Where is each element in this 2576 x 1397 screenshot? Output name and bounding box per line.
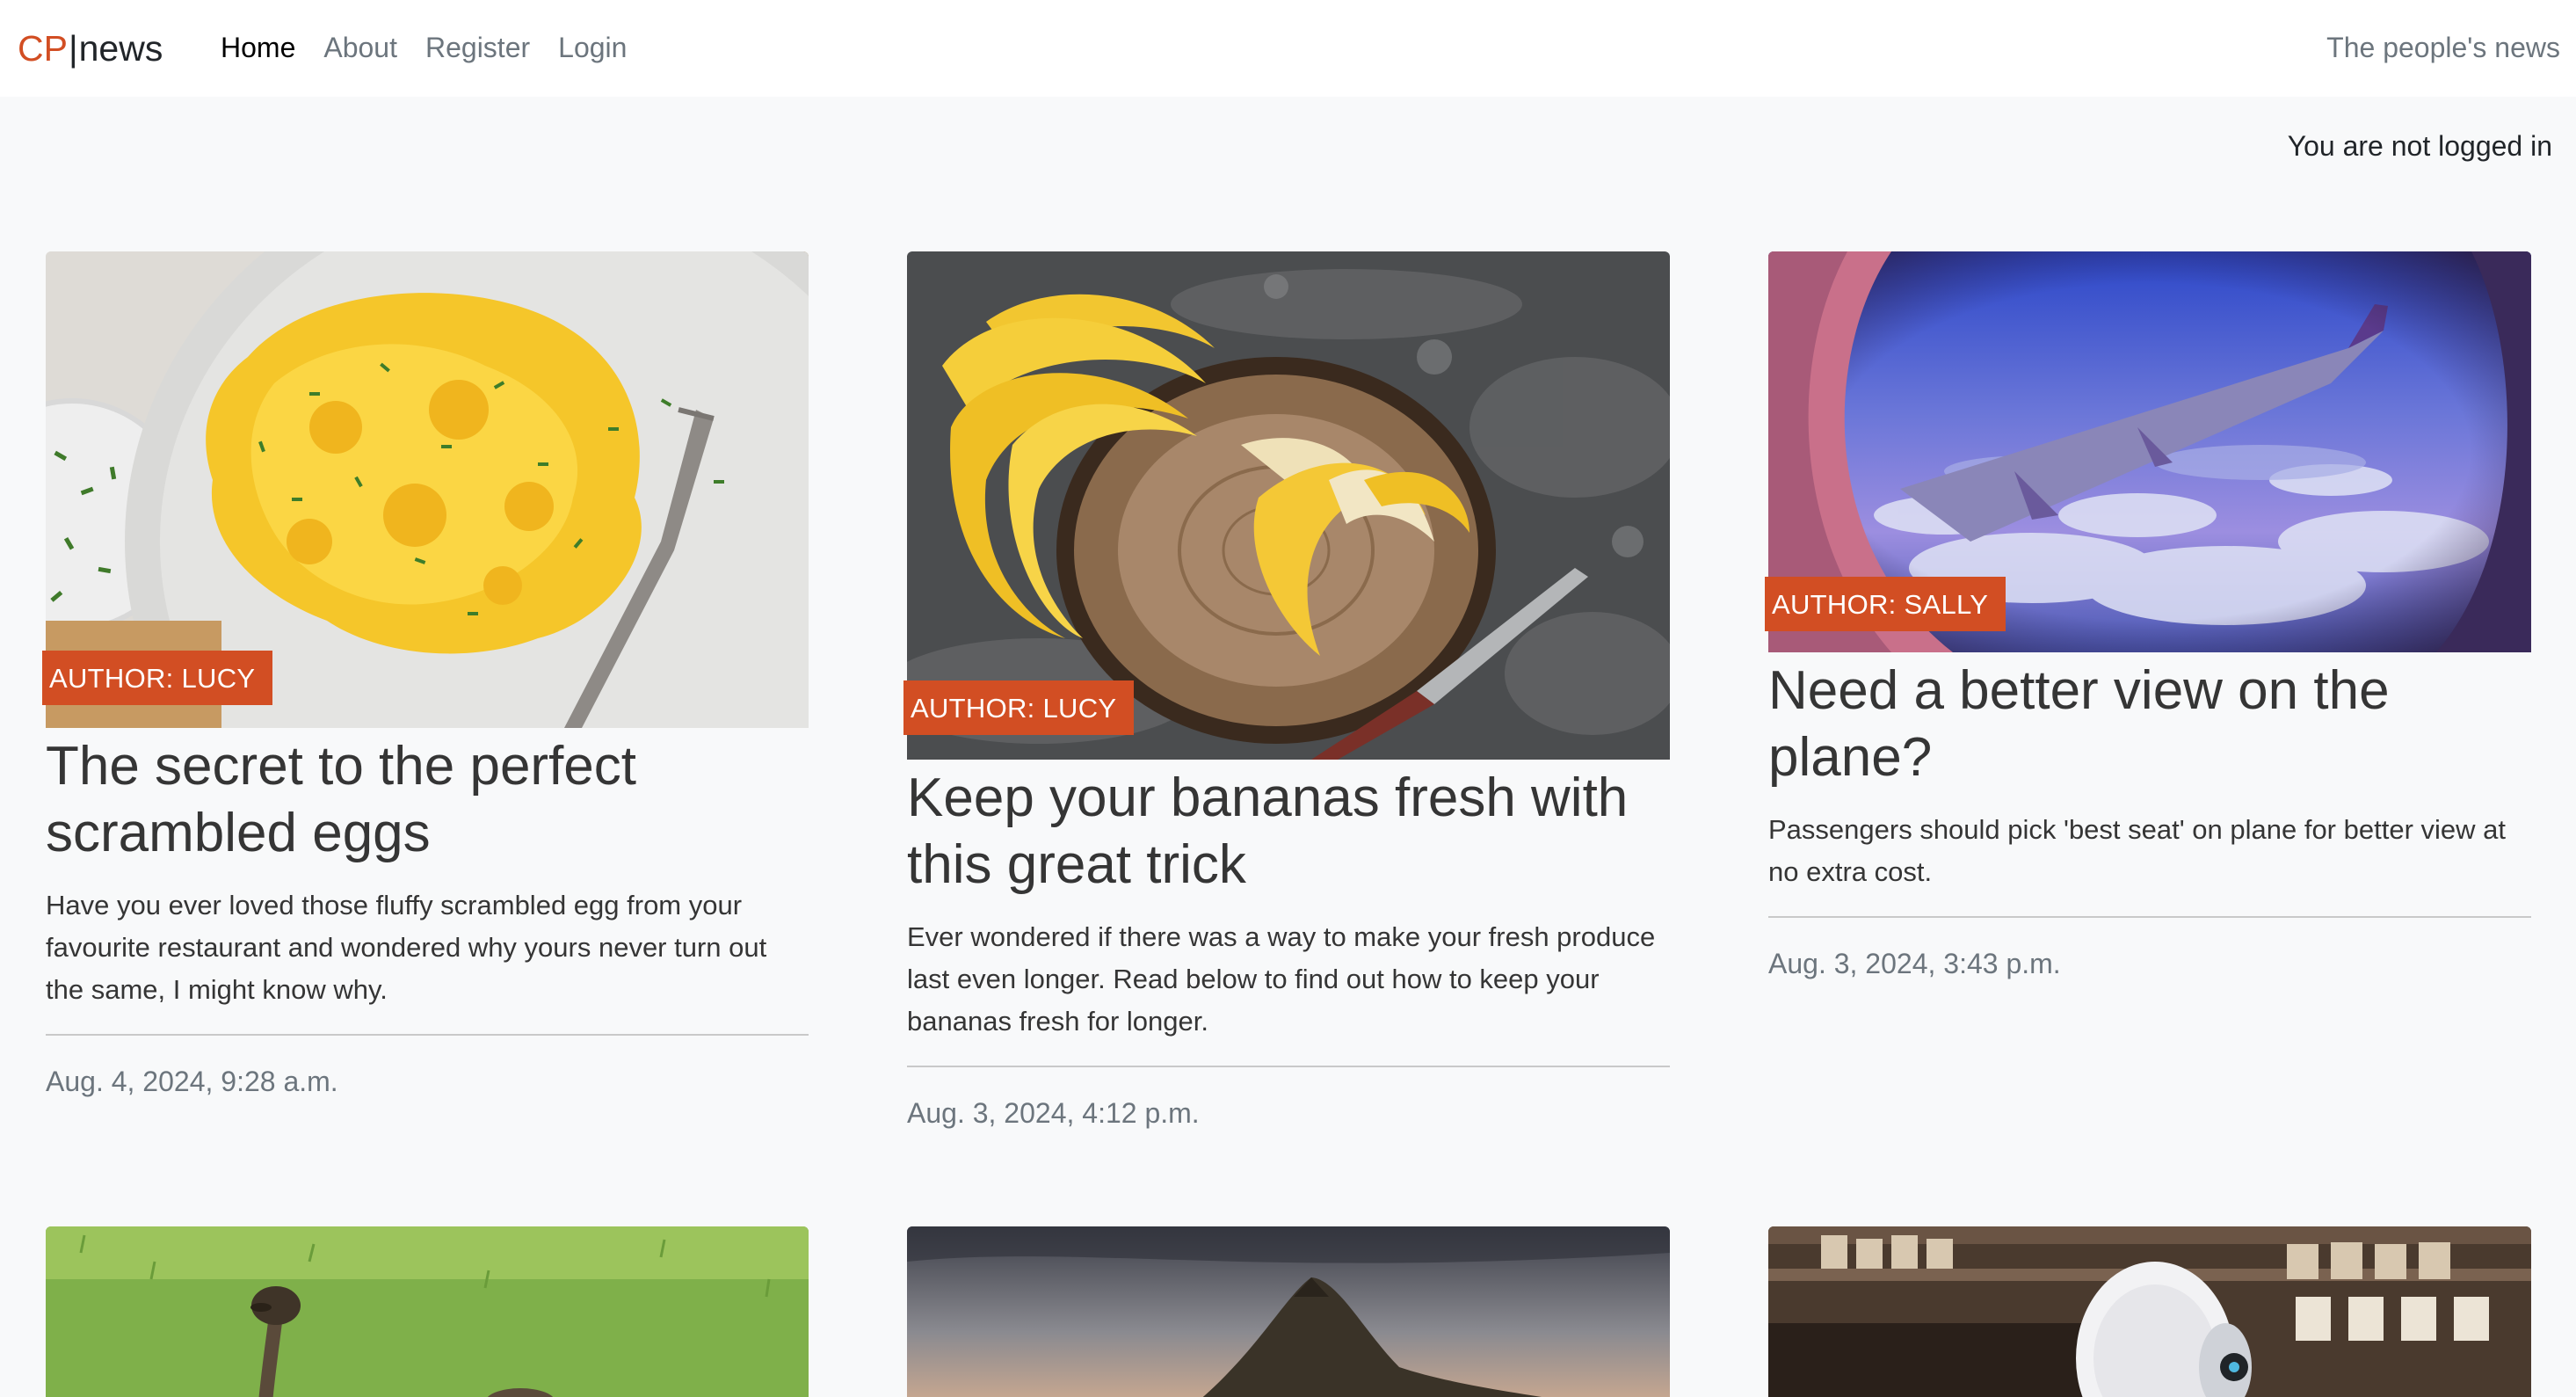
article-image-wrap: AUTHOR: LUCY: [42, 251, 809, 728]
card-divider: [46, 1034, 809, 1036]
nav-link-home[interactable]: Home: [221, 28, 295, 67]
article-date: Aug. 3, 2024, 3:43 p.m.: [1768, 948, 2061, 979]
article-date: Aug. 4, 2024, 9:28 a.m.: [46, 1066, 338, 1097]
nav-link-login[interactable]: Login: [558, 28, 627, 67]
brand-logo[interactable]: CP|news: [18, 26, 163, 70]
article-card[interactable]: [46, 1226, 809, 1397]
nav-links: Home About Register Login: [221, 28, 627, 67]
article-card[interactable]: AUTHOR: LUCY Keep your bananas fresh wit…: [903, 251, 1670, 1132]
article-summary: Ever wondered if there was a way to make…: [907, 921, 1656, 1037]
article-image-wrap: AUTHOR: SALLY: [1765, 251, 2531, 652]
author-badge: AUTHOR: SALLY: [1765, 577, 2006, 631]
author-badge: AUTHOR: LUCY: [903, 680, 1135, 735]
brand-news: news: [78, 28, 163, 69]
login-status: You are not logged in: [2287, 130, 2552, 162]
article-title[interactable]: Keep your bananas fresh with this great …: [907, 765, 1670, 899]
brand-separator: |: [68, 28, 78, 69]
top-navbar: CP|news Home About Register Login The pe…: [0, 0, 2576, 97]
card-divider: [1768, 916, 2531, 918]
nav-link-register[interactable]: Register: [425, 28, 530, 67]
article-date: Aug. 3, 2024, 4:12 p.m.: [907, 1097, 1200, 1129]
article-card[interactable]: AUTHOR: SALLY Need a better view on the …: [1765, 251, 2531, 983]
tagline: The people's news: [2326, 32, 2560, 63]
article-title[interactable]: Need a better view on the plane?: [1768, 658, 2531, 791]
article-image-emu[interactable]: [46, 1226, 809, 1397]
article-summary: Have you ever loved those fluffy scrambl…: [46, 890, 767, 1005]
brand-cp: CP: [18, 28, 68, 69]
article-image-wrap: AUTHOR: LUCY: [903, 251, 1670, 760]
article-summary: Passengers should pick 'best seat' on pl…: [1768, 814, 2506, 887]
article-card[interactable]: [1768, 1226, 2531, 1397]
nav-link-about[interactable]: About: [323, 28, 397, 67]
article-image-robot[interactable]: [1768, 1226, 2531, 1397]
card-divider: [907, 1066, 1670, 1067]
article-card[interactable]: [907, 1226, 1670, 1397]
article-title[interactable]: The secret to the perfect scrambled eggs: [46, 733, 809, 867]
article-image-mountain[interactable]: [907, 1226, 1670, 1397]
author-badge: AUTHOR: LUCY: [42, 651, 273, 705]
article-card[interactable]: AUTHOR: LUCY The secret to the perfect s…: [42, 251, 809, 1101]
